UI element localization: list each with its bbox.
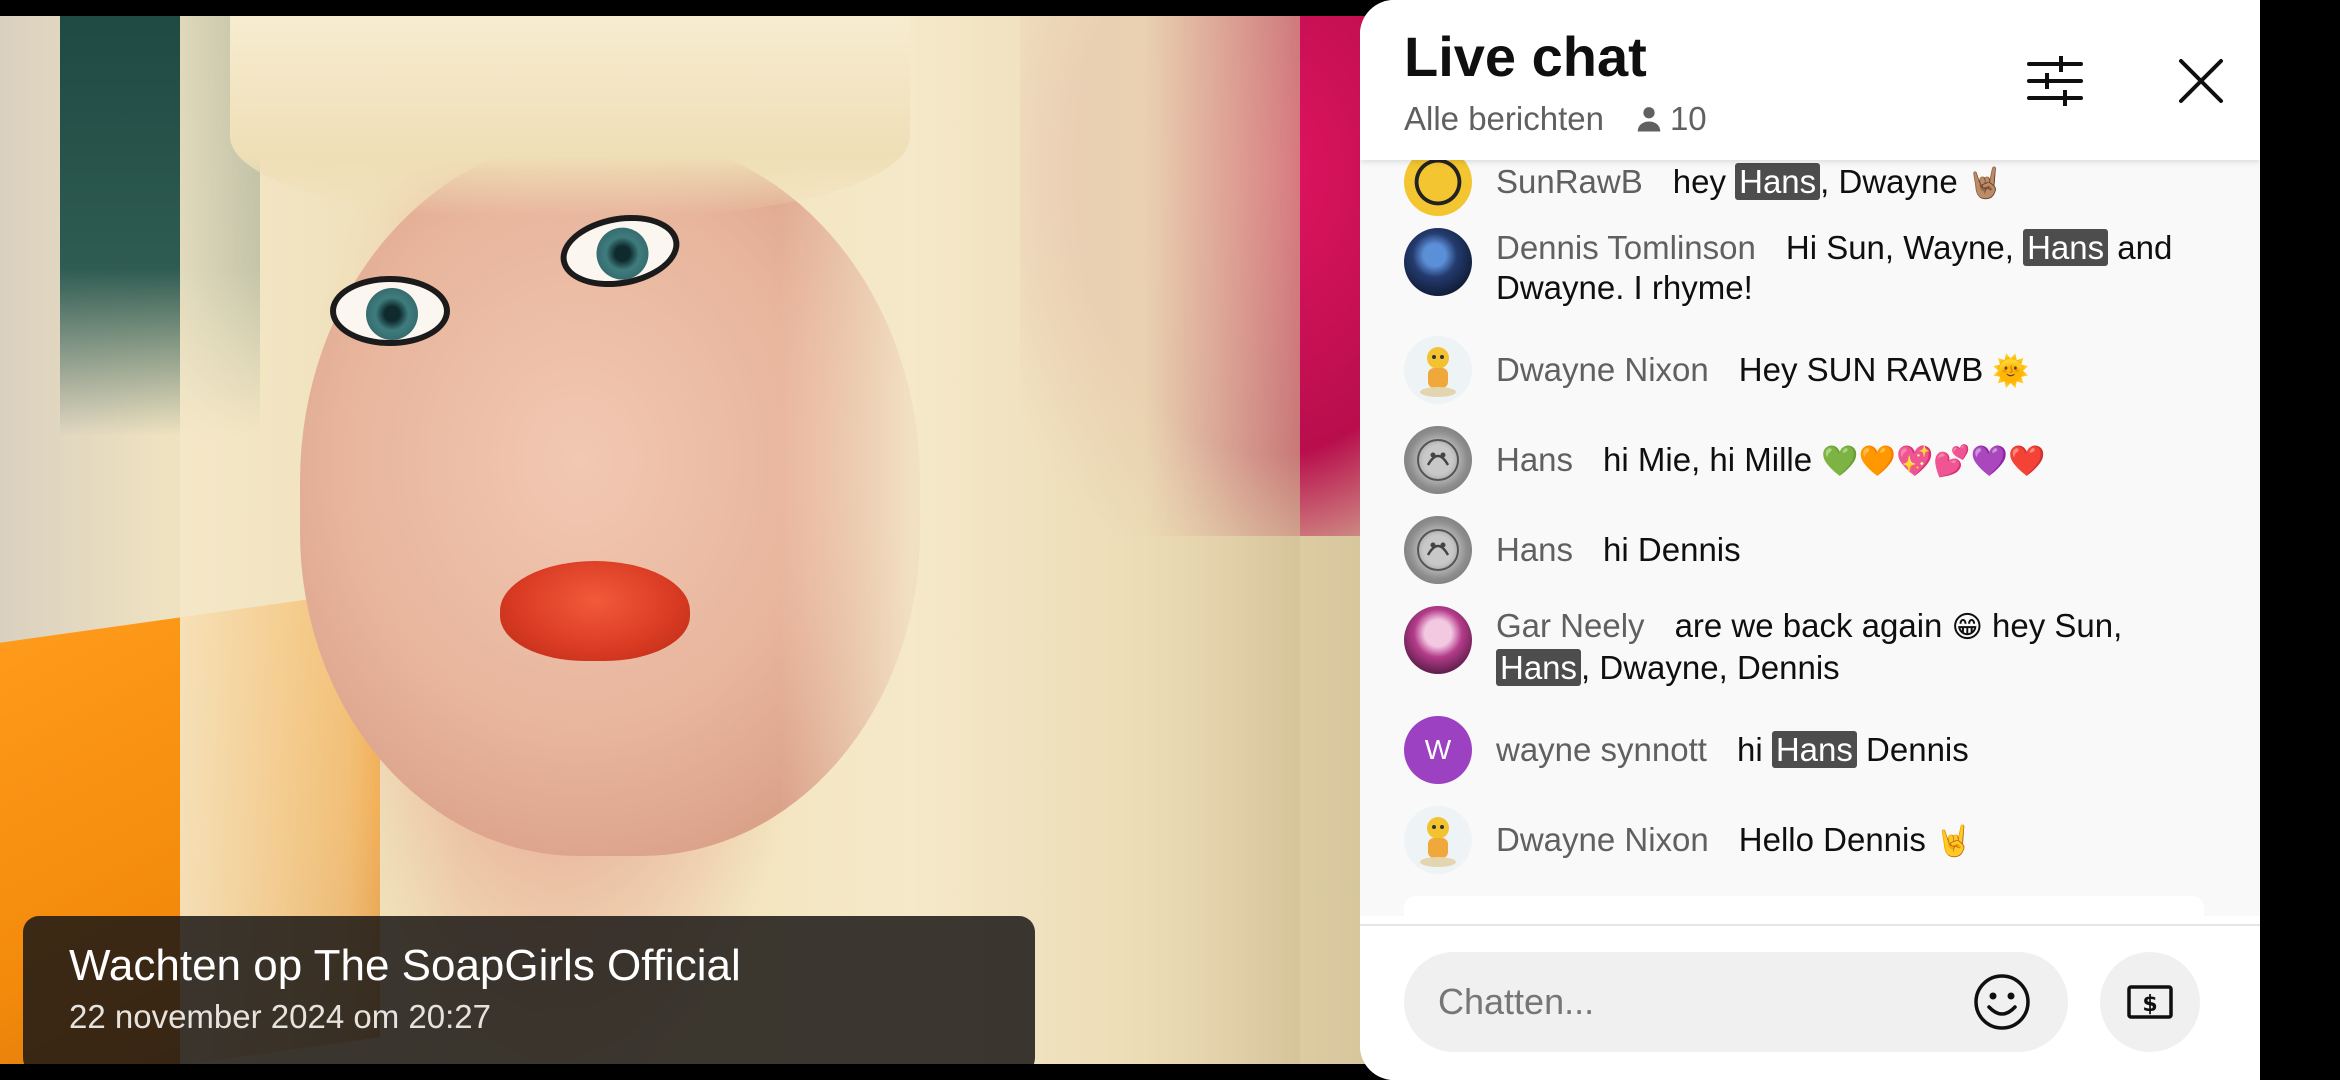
video-bangs <box>230 16 910 216</box>
message-author[interactable]: Hans <box>1496 441 1573 478</box>
live-chat-panel: Live chat Alle berichten 10 SunRawB hey … <box>1360 0 2260 1080</box>
mention-highlight: Hans <box>1496 649 1582 686</box>
chat-message: Hans hi Mie, hi Mille 💚🧡💖💕💜❤️ <box>1404 426 2204 494</box>
mention-highlight: Hans <box>1735 163 1821 200</box>
avatar-letter[interactable]: W <box>1404 716 1472 784</box>
smiley-icon <box>1974 974 2030 1030</box>
emoji: 💚🧡💖💕💜❤️ <box>1821 444 2046 479</box>
chat-filter[interactable]: Alle berichten 10 <box>1404 100 1707 138</box>
chat-message: Dwayne Nixon Hey SUN RAWB 🌞 <box>1404 336 2204 404</box>
message-author[interactable]: Hans <box>1496 531 1573 568</box>
chat-input-placeholder: Chatten... <box>1438 981 1595 1022</box>
message-author[interactable]: Dwayne Nixon <box>1496 351 1709 388</box>
coin-face-icon <box>1417 439 1459 481</box>
mention-highlight: Hans <box>1771 731 1857 768</box>
chat-footer: Chatten... $ <box>1360 924 2260 1080</box>
super-chat-button[interactable]: $ <box>2100 952 2200 1052</box>
emoji: 🤘 <box>1935 824 1973 859</box>
video-info-card: Wachten op The SoapGirls Official 22 nov… <box>23 916 1035 1064</box>
mention-highlight: Hans <box>2023 229 2109 266</box>
cartoon-avatar-icon <box>1420 347 1456 397</box>
close-icon <box>2179 59 2223 103</box>
chat-title: Live chat <box>1404 25 1647 88</box>
chat-input[interactable]: Chatten... <box>1404 952 2068 1052</box>
avatar[interactable] <box>1404 606 1472 674</box>
person-icon <box>1637 107 1661 132</box>
avatar[interactable] <box>1404 806 1472 874</box>
message-author[interactable]: Dennis Tomlinson <box>1496 229 1756 266</box>
video-eye-left <box>330 276 450 346</box>
avatar[interactable] <box>1404 516 1472 584</box>
emoji-button[interactable] <box>1970 970 2034 1034</box>
chat-messages-list[interactable]: SunRawB hey Hans, Dwayne 🤘🏽 Dennis Tomlin… <box>1360 160 2260 916</box>
video-lips <box>500 561 690 661</box>
viewer-count: 10 <box>1634 100 1707 138</box>
emoji: 🤘🏽 <box>1966 166 2005 201</box>
emoji: 🌞 <box>1992 354 2030 389</box>
filter-settings-button[interactable] <box>2020 46 2090 116</box>
viewer-count-value: 10 <box>1669 100 1707 137</box>
chat-filter-label: Alle berichten <box>1404 100 1604 137</box>
close-chat-button[interactable] <box>2166 46 2236 116</box>
cartoon-avatar-icon <box>1420 817 1456 867</box>
avatar[interactable] <box>1404 426 1472 494</box>
chat-message: Hans hi Dennis <box>1404 516 2204 584</box>
message-author[interactable]: wayne synnott <box>1496 731 1707 768</box>
emoji: 😁 <box>1951 610 1983 645</box>
message-author[interactable]: Gar Neely <box>1496 607 1645 644</box>
video-title: Wachten op The SoapGirls Official <box>69 941 741 990</box>
avatar[interactable] <box>1404 336 1472 404</box>
svg-text:$: $ <box>2142 992 2157 1017</box>
dollar-bill-icon: $ <box>2127 985 2173 1019</box>
chat-message: Dwayne Nixon Hello Dennis 🤘 <box>1404 806 2204 874</box>
video-date: 22 november 2024 om 20:27 <box>69 998 491 1035</box>
avatar[interactable] <box>1404 160 1472 216</box>
chat-message: SunRawB hey Hans, Dwayne 🤘🏽 <box>1404 160 2204 216</box>
message-author[interactable]: Dwayne Nixon <box>1496 821 1709 858</box>
sliders-icon <box>2027 56 2083 106</box>
video-player[interactable]: Wachten op The SoapGirls Official 22 nov… <box>0 16 1380 1064</box>
message-author[interactable]: SunRawB <box>1496 163 1643 200</box>
chat-message: Gar Neely are we back again 😁 hey Sun, Han… <box>1404 606 2204 688</box>
chat-message: W wayne synnott hi Hans Dennis <box>1404 716 2204 784</box>
coin-face-icon <box>1417 529 1459 571</box>
chat-message: Dennis Tomlinson Hi Sun, Wayne, Hans and … <box>1404 228 2204 308</box>
chat-header: Live chat Alle berichten 10 <box>1360 0 2260 160</box>
avatar[interactable] <box>1404 228 1472 296</box>
scroll-edge-card <box>1404 896 2204 916</box>
